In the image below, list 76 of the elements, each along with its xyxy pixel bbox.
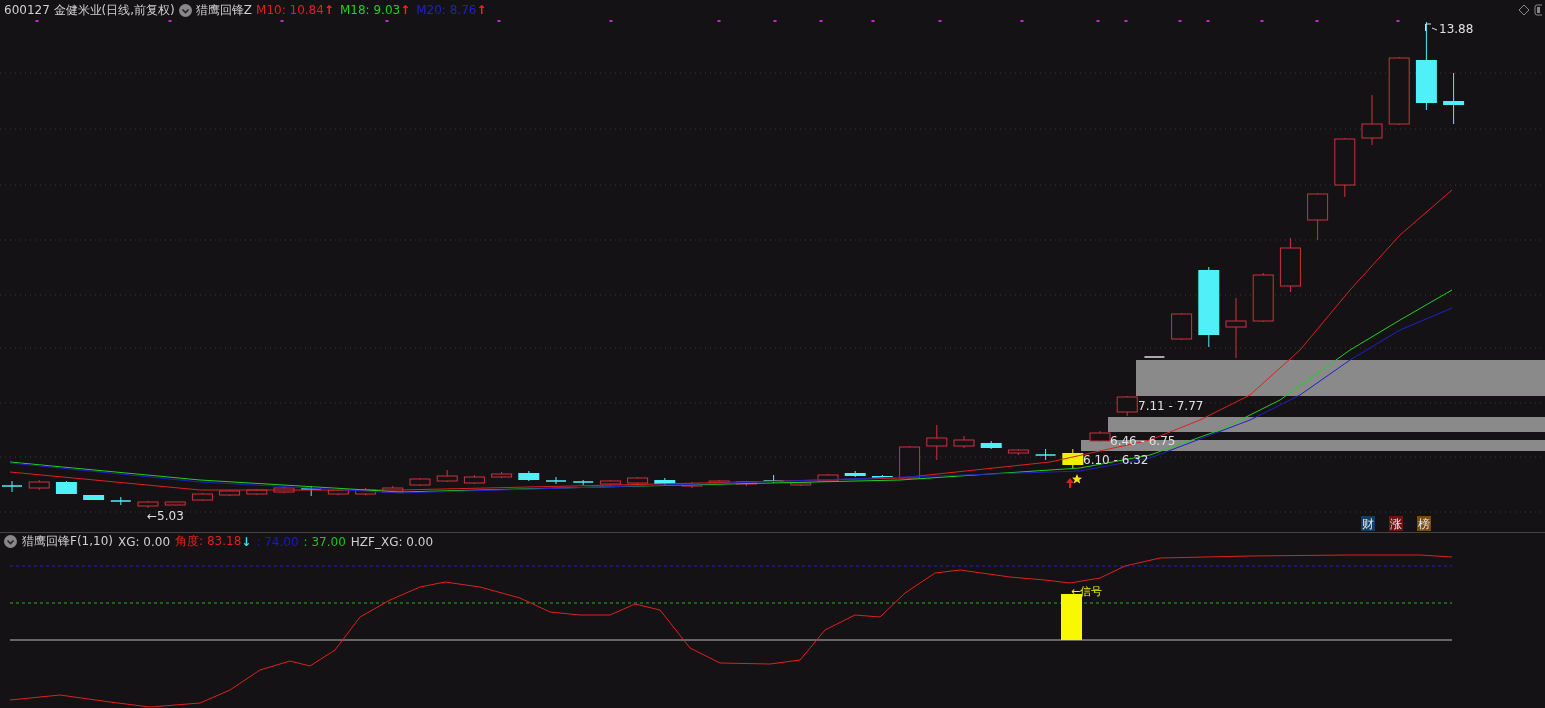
indicator-value: HZF_XG: 0.00 — [350, 534, 434, 549]
trend-arrow: ↑ — [400, 3, 411, 17]
candlestick — [681, 481, 703, 489]
pointer-icon — [1425, 23, 1438, 32]
candlestick — [1307, 192, 1329, 241]
star-icon — [1072, 474, 1082, 484]
candlestick — [1252, 272, 1274, 323]
low-price-label: ←5.03 — [147, 509, 184, 523]
candlestick — [1334, 137, 1356, 198]
moving-average-value: M20: 8.76 — [416, 3, 477, 17]
candlestick — [436, 469, 458, 483]
indicator-name: 猎鹰回锋Z — [195, 1, 253, 19]
candlestick — [572, 479, 594, 486]
candlestick — [164, 501, 186, 506]
price-zone-label: 7.11 - 7.77 — [1138, 399, 1204, 413]
candlestick — [327, 488, 349, 496]
candlestick — [1143, 356, 1166, 358]
candlestick — [1089, 430, 1111, 443]
candlestick — [1171, 312, 1193, 341]
candlestick — [55, 480, 77, 495]
candlestick — [708, 479, 730, 485]
indicator-value: : 37.00 — [303, 534, 346, 549]
badge-label[interactable]: 涨 — [1390, 517, 1402, 531]
candlestick — [355, 487, 377, 496]
stock-title: 600127 金健米业(日线,前复权) — [4, 1, 175, 19]
chevron-down-icon[interactable] — [4, 535, 17, 548]
trend-arrow: ↓ — [241, 534, 252, 549]
candlestick — [1007, 448, 1029, 456]
badge-label[interactable]: 财 — [1362, 517, 1374, 531]
candlestick — [545, 476, 567, 485]
moving-average-value: M10: 10.84 — [256, 3, 324, 17]
indicator-value: 角度: 83.18 — [175, 533, 242, 550]
candlestick — [1116, 395, 1138, 417]
toggle-icon[interactable] — [1534, 4, 1542, 16]
candlestick — [191, 492, 213, 502]
indicator-value: : 74.00 — [256, 534, 299, 549]
candlestick — [83, 494, 105, 501]
candlestick — [1034, 448, 1057, 461]
candlestick — [817, 473, 839, 483]
candlestick — [409, 477, 431, 487]
candlestick — [137, 500, 159, 509]
trend-arrow: ↑ — [323, 3, 334, 17]
moving-average-value: M18: 9.03 — [339, 3, 401, 17]
candlestick — [627, 476, 649, 485]
candlestick — [491, 471, 513, 479]
candlestick — [1062, 448, 1084, 469]
candlestick — [790, 481, 812, 487]
candlestick — [246, 488, 268, 496]
candlestick — [463, 474, 485, 485]
chevron-down-icon[interactable] — [178, 3, 192, 17]
up-arrow-icon — [1066, 478, 1074, 488]
candlestick — [926, 424, 948, 461]
candlestick — [273, 486, 295, 494]
high-price-label: 13.88 — [1439, 22, 1474, 36]
candlestick — [1279, 237, 1301, 293]
candlestick — [844, 470, 866, 478]
candlestick — [953, 435, 975, 449]
indicator-value: XG: 0.00 — [118, 534, 171, 549]
indicator-title: 猎鹰回锋F(1,10) — [22, 533, 113, 550]
candlestick — [518, 470, 540, 482]
candlestick — [980, 440, 1002, 450]
candlestick — [28, 479, 50, 491]
candlestick — [1443, 72, 1465, 125]
candlestick — [110, 496, 132, 506]
candlestick — [899, 445, 921, 480]
candlestick — [1361, 94, 1383, 146]
candlestick — [1, 480, 23, 493]
trend-arrow: ↑ — [476, 3, 487, 17]
signal-label: ←信号 — [1071, 585, 1103, 598]
candlestick — [219, 489, 241, 497]
badge-label[interactable]: 榜 — [1418, 517, 1430, 531]
candlestick — [599, 479, 621, 486]
candlestick — [871, 474, 893, 480]
diamond-icon[interactable] — [1518, 4, 1530, 16]
candlestick — [1225, 297, 1247, 359]
candlestick — [1388, 56, 1410, 126]
